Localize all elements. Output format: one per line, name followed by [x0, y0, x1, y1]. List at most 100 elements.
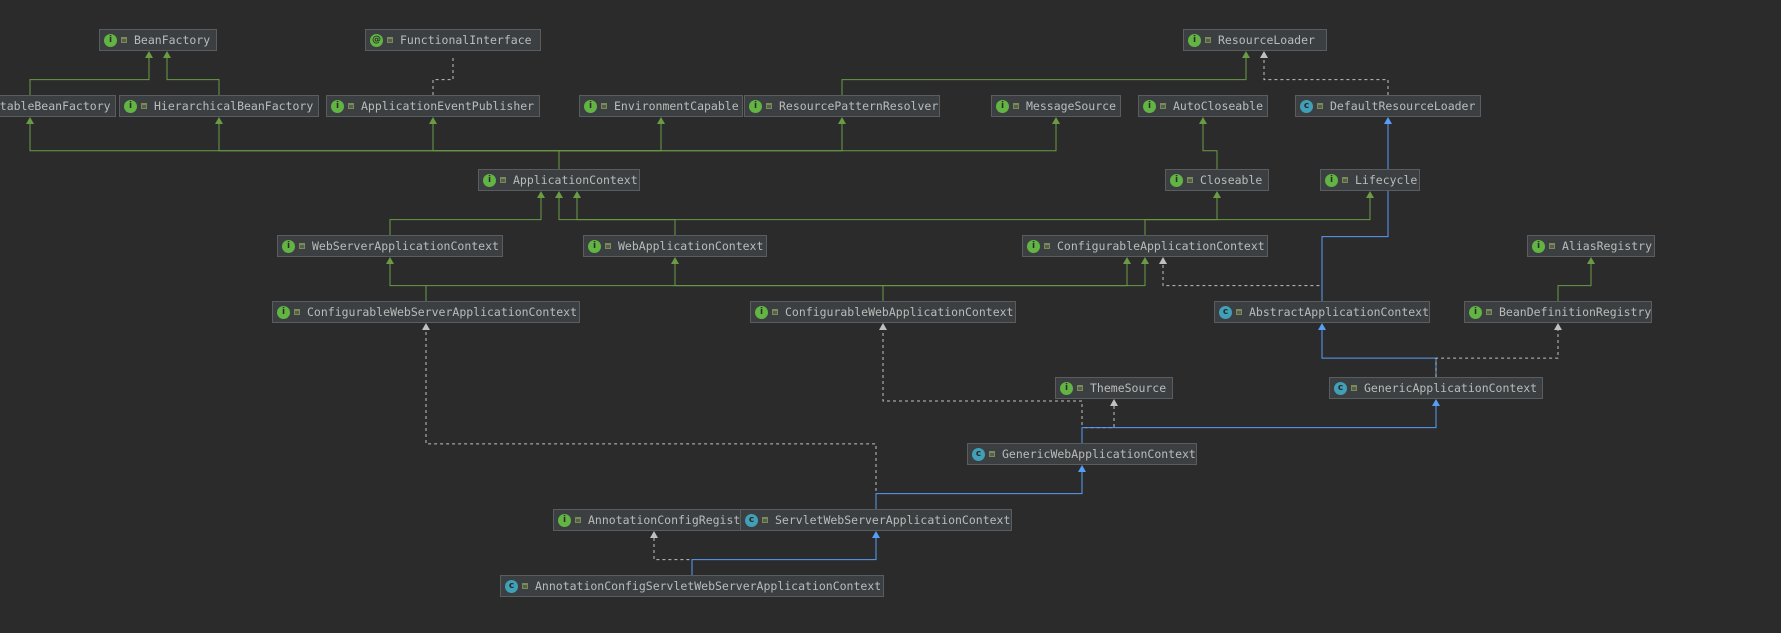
edge-arrowhead — [1123, 257, 1131, 264]
node-environment-capable[interactable]: i EnvironmentCapable — [579, 95, 743, 117]
edge-generic-web-application-context-to-generic-application-context — [1081, 405, 1437, 443]
visibility-icon — [1317, 103, 1323, 109]
edge-annotation-config-servlet-web-server-application-context-to-annotation-config-registry — [653, 537, 693, 575]
node-web-application-context[interactable]: i WebApplicationContext — [583, 235, 767, 257]
interface-icon: i — [1170, 173, 1183, 187]
interface-icon: i — [1532, 239, 1545, 253]
edge-application-context-to-listable-bean-factory — [29, 123, 560, 169]
node-label: ServletWebServerApplicationContext — [775, 513, 1011, 527]
edge-hierarchical-bean-factory-to-bean-factory — [166, 57, 220, 95]
node-functional-interface[interactable]: @ FunctionalInterface — [365, 29, 541, 51]
node-label: AliasRegistry — [1562, 239, 1653, 253]
node-label: WebServerApplicationContext — [312, 239, 499, 253]
edge-arrowhead — [1159, 257, 1167, 264]
edge-arrowhead — [1141, 257, 1149, 264]
interface-icon: i — [584, 99, 597, 113]
node-web-server-application-context[interactable]: i WebServerApplicationContext — [277, 235, 503, 257]
node-generic-web-application-context[interactable]: c GenericWebApplicationContext — [967, 443, 1197, 465]
interface-icon: i — [1027, 239, 1040, 253]
edge-arrowhead — [1078, 465, 1086, 472]
node-label: ListableBeanFactory — [0, 99, 111, 113]
edge-closeable-to-auto-closeable — [1202, 123, 1218, 169]
edge-arrowhead — [1260, 51, 1268, 58]
interface-icon: i — [331, 99, 344, 113]
node-configurable-application-context[interactable]: i ConfigurableApplicationContext — [1022, 235, 1268, 257]
edge-arrowhead — [555, 191, 563, 198]
node-label: ResourceLoader — [1218, 33, 1315, 47]
edge-configurable-web-application-context-to-configurable-application-context — [882, 263, 1146, 301]
node-label: ThemeSource — [1090, 381, 1167, 395]
edge-servlet-web-server-application-context-to-generic-web-application-context — [875, 471, 1083, 509]
interface-icon: i — [1469, 305, 1482, 319]
node-configurable-web-server-application-context[interactable]: i ConfigurableWebServerApplicationContext — [272, 301, 580, 323]
edge-arrowhead — [657, 117, 665, 124]
interface-icon: i — [483, 173, 496, 187]
edge-arrowhead — [145, 51, 153, 58]
node-configurable-web-application-context[interactable]: i ConfigurableWebApplicationContext — [750, 301, 1016, 323]
edge-application-context-to-message-source — [558, 123, 1057, 169]
edge-generic-application-context-to-abstract-application-context — [1321, 329, 1437, 377]
edge-arrowhead — [1199, 117, 1207, 124]
node-label: ApplicationEventPublisher — [361, 99, 535, 113]
edge-arrowhead — [1213, 191, 1221, 198]
visibility-icon — [141, 103, 147, 109]
visibility-icon — [1549, 243, 1555, 249]
node-listable-bean-factory[interactable]: iListableBeanFactory — [0, 95, 116, 117]
node-application-event-publisher[interactable]: i ApplicationEventPublisher — [326, 95, 540, 117]
edge-arrowhead — [163, 51, 171, 58]
node-alias-registry[interactable]: i AliasRegistry — [1527, 235, 1655, 257]
edge-arrowhead — [537, 191, 545, 198]
node-servlet-web-server-application-context[interactable]: c ServletWebServerApplicationContext — [740, 509, 1012, 531]
node-generic-application-context[interactable]: c GenericApplicationContext — [1329, 377, 1543, 399]
class-icon: c — [1300, 99, 1313, 113]
class-hierarchy-diagram: i BeanFactory @ FunctionalInterface i Resourc… — [0, 0, 1781, 633]
visibility-icon — [762, 517, 768, 523]
visibility-icon — [766, 103, 772, 109]
node-bean-definition-registry[interactable]: i BeanDefinitionRegistry — [1464, 301, 1652, 323]
visibility-icon — [1077, 385, 1083, 391]
edge-generic-web-application-context-to-theme-source — [1081, 405, 1115, 443]
interface-icon: i — [749, 99, 762, 113]
node-default-resource-loader[interactable]: c DefaultResourceLoader — [1295, 95, 1481, 117]
interface-icon: i — [1325, 173, 1338, 187]
node-message-source[interactable]: i MessageSource — [991, 95, 1121, 117]
visibility-icon — [294, 309, 300, 315]
edge-arrowhead — [1587, 257, 1595, 264]
edge-bean-definition-registry-to-alias-registry — [1557, 263, 1592, 301]
node-resource-pattern-resolver[interactable]: i ResourcePatternResolver — [744, 95, 940, 117]
node-abstract-application-context[interactable]: c AbstractApplicationContext — [1214, 301, 1430, 323]
node-hierarchical-bean-factory[interactable]: i HierarchicalBeanFactory — [119, 95, 319, 117]
edge-arrowhead — [1110, 399, 1118, 406]
node-application-context[interactable]: i ApplicationContext — [478, 169, 640, 191]
visibility-icon — [387, 37, 393, 43]
node-label: FunctionalInterface — [400, 33, 532, 47]
node-theme-source[interactable]: i ThemeSource — [1055, 377, 1173, 399]
abstract-class-icon: c — [1219, 305, 1232, 319]
annotation-icon: @ — [370, 33, 383, 47]
node-annotation-config-registry[interactable]: i AnnotationConfigRegistry — [553, 509, 755, 531]
class-icon: c — [505, 579, 518, 593]
edge-configurable-web-application-context-to-web-application-context — [674, 263, 884, 301]
visibility-icon — [601, 103, 607, 109]
class-icon: c — [972, 447, 985, 461]
visibility-icon — [1013, 103, 1019, 109]
visibility-icon — [1044, 243, 1050, 249]
node-lifecycle[interactable]: i Lifecycle — [1320, 169, 1420, 191]
interface-icon: i — [558, 513, 571, 527]
edge-abstract-application-context-to-default-resource-loader — [1321, 123, 1389, 301]
edge-application-context-to-application-event-publisher — [432, 123, 560, 169]
node-label: AutoCloseable — [1173, 99, 1264, 113]
node-resource-loader[interactable]: i ResourceLoader — [1183, 29, 1327, 51]
edge-application-event-publisher-to-functional-interface — [432, 57, 454, 95]
edge-arrowhead — [872, 531, 880, 538]
node-closeable[interactable]: i Closeable — [1165, 169, 1269, 191]
edge-web-server-application-context-to-application-context — [389, 197, 542, 235]
node-label: ConfigurableApplicationContext — [1057, 239, 1265, 253]
node-bean-factory[interactable]: i BeanFactory — [99, 29, 217, 51]
edge-arrowhead — [1432, 399, 1440, 406]
node-auto-closeable[interactable]: i AutoCloseable — [1138, 95, 1268, 117]
node-label: ConfigurableWebApplicationContext — [785, 305, 1014, 319]
edge-resource-pattern-resolver-to-resource-loader — [841, 57, 1247, 95]
node-annotation-config-servlet-web-server-application-context[interactable]: c AnnotationConfigServletWebServerApplica… — [500, 575, 884, 597]
interface-icon: i — [124, 99, 137, 113]
